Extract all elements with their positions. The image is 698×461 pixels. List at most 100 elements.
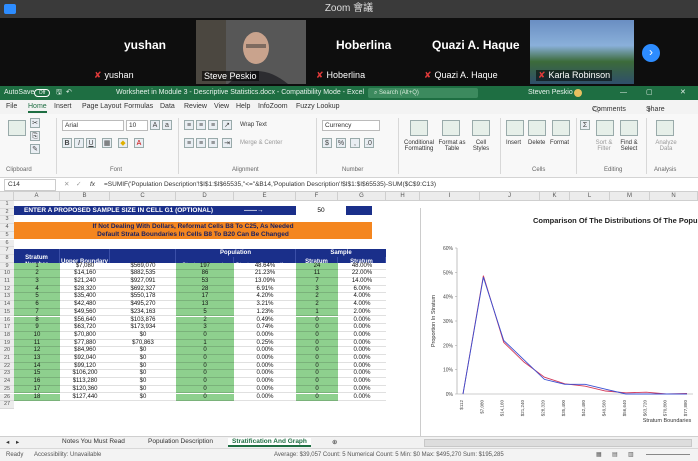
search-input[interactable]: ⌕ Search (Alt+Q)	[368, 88, 478, 98]
table-cell-sc[interactable]: 0	[296, 355, 338, 363]
row-header[interactable]: 5	[0, 231, 14, 240]
formula-input[interactable]: =SUMIF('Population Description'!$I$1:$I$…	[104, 178, 436, 192]
table-cell-sc[interactable]: 0	[296, 347, 338, 355]
avatar[interactable]	[574, 89, 582, 97]
table-cell-n[interactable]: 3	[14, 278, 60, 286]
scroll-left-icon[interactable]: ◂	[6, 438, 9, 446]
selection-summary[interactable]: Average: $39,057 Count: 5 Numerical Coun…	[274, 449, 504, 461]
table-cell-n[interactable]: 2	[14, 270, 60, 278]
table-cell-sum[interactable]: $0	[110, 378, 176, 386]
table-cell-sp[interactable]: 14.00%	[338, 278, 386, 286]
orientation-icon[interactable]: ↗	[222, 120, 232, 130]
cell-styles-label[interactable]: Cell Styles	[470, 140, 492, 152]
align-left-icon[interactable]: ≡	[184, 138, 194, 148]
row-header[interactable]: 1	[0, 201, 14, 209]
column-header[interactable]: B	[60, 192, 110, 201]
table-cell-sum[interactable]: $103,876	[110, 316, 176, 325]
column-header[interactable]: H	[386, 192, 420, 201]
row-header[interactable]: 2	[0, 208, 14, 217]
column-header[interactable]: F	[296, 192, 338, 201]
column-header[interactable]: A	[14, 192, 60, 201]
column-header[interactable]: N	[650, 192, 698, 201]
close-icon[interactable]: ✕	[680, 86, 686, 100]
table-cell-n[interactable]: 10	[14, 331, 60, 340]
row-header[interactable]: 16	[0, 316, 14, 325]
tab-data[interactable]: Data	[160, 103, 175, 110]
restore-icon[interactable]: ▢	[646, 86, 653, 100]
table-cell-pc[interactable]: 0	[176, 370, 234, 379]
table-cell-sum[interactable]: $550,178	[110, 293, 176, 302]
table-cell-sum[interactable]: $927,091	[110, 278, 176, 286]
delete-cells-icon[interactable]	[528, 120, 546, 136]
row-header[interactable]: 25	[0, 385, 14, 394]
paste-button[interactable]	[8, 120, 26, 136]
table-cell-sum[interactable]: $495,270	[110, 301, 176, 309]
column-header[interactable]: C	[110, 192, 176, 201]
align-bottom-icon[interactable]: ≡	[208, 120, 218, 130]
table-cell-pp[interactable]: 48.64%	[234, 262, 296, 271]
table-cell-pc[interactable]: 2	[176, 316, 234, 325]
row-header[interactable]: 10	[0, 270, 14, 278]
row-header[interactable]: 23	[0, 370, 14, 379]
table-cell-n[interactable]: 11	[14, 339, 60, 348]
table-cell-pp[interactable]: 3.21%	[234, 301, 296, 309]
table-cell-ub[interactable]: $14,160	[60, 270, 110, 278]
participant-tile[interactable]: Hoberlina ✘ Hoberlina	[310, 20, 414, 84]
table-cell-ub[interactable]: $92,040	[60, 355, 110, 363]
participant-tile[interactable]: yushan ✘ yushan	[86, 20, 192, 84]
tab-formulas[interactable]: Formulas	[124, 103, 153, 110]
tab-infozoom[interactable]: InfoZoom	[258, 103, 288, 110]
row-header[interactable]: 21	[0, 355, 14, 363]
sample-size-cell[interactable]: 50	[296, 206, 346, 215]
table-cell-sum[interactable]: $0	[110, 362, 176, 371]
table-cell-sc[interactable]: 2	[296, 293, 338, 302]
table-cell-pp[interactable]: 0.00%	[234, 370, 296, 379]
table-cell-n[interactable]: 6	[14, 301, 60, 309]
currency-icon[interactable]: $	[322, 138, 332, 148]
table-cell-sp[interactable]: 6.00%	[338, 285, 386, 294]
column-header[interactable]: J	[480, 192, 540, 201]
format-table-icon[interactable]	[442, 120, 460, 136]
table-cell-sp[interactable]: 0.00%	[338, 339, 386, 348]
table-cell-ub[interactable]: $106,200	[60, 370, 110, 379]
table-cell-sp[interactable]: 4.00%	[338, 293, 386, 302]
table-cell-sc[interactable]: 0	[296, 339, 338, 348]
table-cell-sc[interactable]: 11	[296, 270, 338, 278]
row-header[interactable]: 11	[0, 278, 14, 286]
sheet-tab-population[interactable]: Population Description	[148, 438, 213, 445]
table-cell-pp[interactable]: 0.00%	[234, 393, 296, 402]
table-cell-ub[interactable]: $21,240	[60, 278, 110, 286]
table-cell-n[interactable]: 13	[14, 355, 60, 363]
insert-cells-label[interactable]: Insert	[506, 140, 521, 146]
table-cell-n[interactable]: 17	[14, 385, 60, 394]
wrap-text-button[interactable]: Wrap Text	[240, 122, 267, 128]
conditional-format-icon[interactable]	[410, 120, 428, 136]
table-cell-ub[interactable]: $28,320	[60, 285, 110, 294]
column-header[interactable]: G	[338, 192, 386, 201]
column-header[interactable]: L	[570, 192, 610, 201]
table-cell-sc[interactable]: 0	[296, 370, 338, 379]
row-header[interactable]: 15	[0, 308, 14, 317]
decimal-icon[interactable]: .0	[364, 138, 374, 148]
table-cell-sc[interactable]: 0	[296, 324, 338, 332]
copy-icon[interactable]: ⎘	[30, 131, 40, 141]
table-cell-pc[interactable]: 0	[176, 355, 234, 363]
normal-view-icon[interactable]: ▦	[596, 449, 602, 461]
table-cell-n[interactable]: 12	[14, 347, 60, 355]
table-cell-pp[interactable]: 21.23%	[234, 270, 296, 278]
table-cell-sp[interactable]: 0.00%	[338, 347, 386, 355]
column-header[interactable]: K	[540, 192, 570, 201]
table-cell-n[interactable]: 4	[14, 285, 60, 294]
table-cell-n[interactable]: 15	[14, 370, 60, 379]
table-cell-n[interactable]: 9	[14, 324, 60, 332]
table-cell-pp[interactable]: 13.09%	[234, 278, 296, 286]
table-cell-pp[interactable]: 0.00%	[234, 355, 296, 363]
table-cell-ub[interactable]: $127,440	[60, 393, 110, 402]
table-cell-ub[interactable]: $99,120	[60, 362, 110, 371]
table-cell-sc[interactable]: 0	[296, 316, 338, 325]
underline-icon[interactable]: U	[86, 138, 96, 148]
table-cell-pp[interactable]: 0.00%	[234, 385, 296, 394]
table-cell-pp[interactable]: 4.20%	[234, 293, 296, 302]
format-table-label[interactable]: Format as Table	[438, 140, 466, 152]
table-cell-pp[interactable]: 0.00%	[234, 362, 296, 371]
